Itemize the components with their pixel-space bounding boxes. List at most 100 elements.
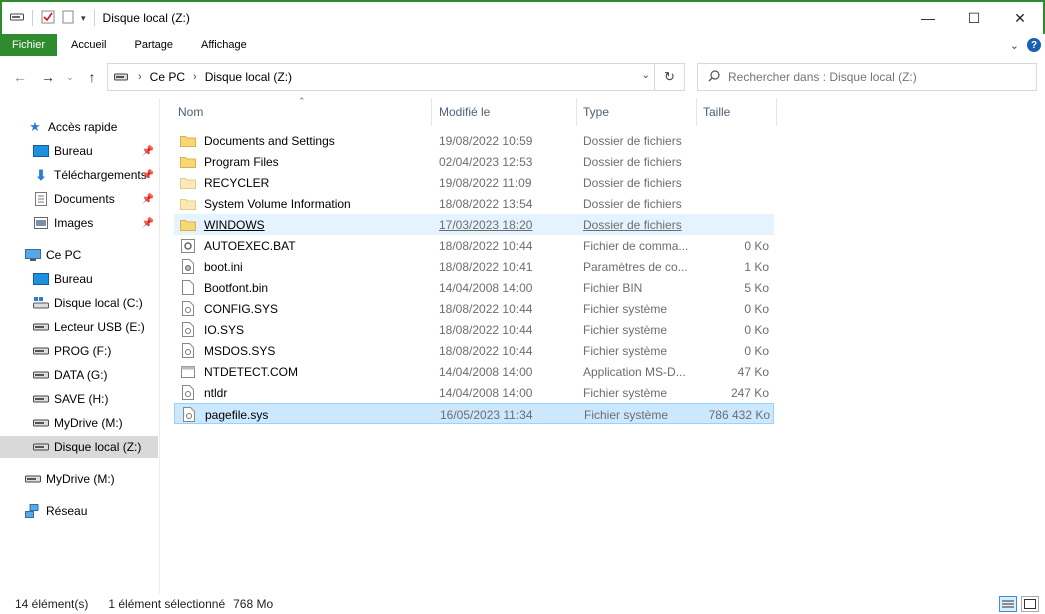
sidebar-item-quick-access[interactable]: ★ Accès rapide	[0, 116, 158, 138]
sidebar-item-images[interactable]: Images 📌	[0, 212, 158, 234]
file-name-cell[interactable]: AUTOEXEC.BAT	[180, 235, 430, 256]
sidebar-item-label: Documents	[54, 192, 115, 206]
column-header-name[interactable]: Nom	[172, 98, 432, 126]
desktop-icon	[32, 273, 50, 285]
table-row[interactable]: Bootfont.bin 14/04/2008 14:00 Fichier BIN 5…	[174, 277, 774, 298]
breadcrumb-separator-icon[interactable]: ›	[193, 71, 197, 83]
table-row[interactable]: NTDETECT.COM 14/04/2008 14:00 Application …	[174, 361, 774, 382]
file-name-cell[interactable]: Bootfont.bin	[180, 277, 430, 298]
address-history-dropdown-icon[interactable]: ⌄	[642, 70, 650, 81]
column-header-type[interactable]: Type	[577, 98, 697, 126]
search-box[interactable]	[697, 63, 1037, 91]
file-name: WINDOWS	[204, 217, 265, 232]
breadcrumb-current-drive[interactable]: Disque local (Z:)	[205, 70, 292, 84]
close-button[interactable]: ✕	[997, 2, 1043, 34]
minimize-button[interactable]: —	[905, 2, 951, 34]
file-type-cell: Dossier de fichiers	[583, 217, 682, 232]
sidebar-item-drive-c[interactable]: Disque local (C:)	[0, 292, 158, 314]
sidebar-item-mydrive[interactable]: MyDrive (M:)	[0, 468, 158, 490]
recent-locations-icon[interactable]: ⌄	[60, 72, 80, 83]
breadcrumb-this-pc[interactable]: Ce PC	[150, 70, 185, 84]
tab-home[interactable]: Accueil	[57, 34, 121, 56]
file-name-cell[interactable]: System Volume Information	[180, 193, 430, 214]
properties-icon[interactable]	[41, 10, 55, 27]
table-row[interactable]: Documents and Settings 19/08/2022 10:59 Do…	[174, 130, 774, 151]
sidebar-item-drive-e[interactable]: Lecteur USB (E:)	[0, 316, 158, 338]
breadcrumb-separator-icon[interactable]: ›	[138, 71, 142, 83]
file-name-cell[interactable]: WINDOWS	[180, 214, 430, 235]
sidebar-item-pc-desktop[interactable]: Bureau	[0, 268, 158, 290]
quick-access-dropdown-icon[interactable]: ▾	[81, 13, 86, 24]
sidebar-item-drive-m[interactable]: MyDrive (M:)	[0, 412, 158, 434]
file-modified-cell: 17/03/2023 18:20	[439, 217, 533, 232]
tab-file[interactable]: Fichier	[0, 34, 58, 56]
table-row[interactable]: AUTOEXEC.BAT 18/08/2022 10:44 Fichier de c…	[174, 235, 774, 256]
sidebar-item-documents[interactable]: Documents 📌	[0, 188, 158, 210]
table-row[interactable]: ntldr 14/04/2008 14:00 Fichier système 247 …	[174, 382, 774, 403]
file-size-cell	[694, 193, 769, 214]
file-name-cell[interactable]: Program Files	[180, 151, 430, 172]
forward-arrow-icon[interactable]: →	[38, 69, 58, 85]
sidebar-item-drive-g[interactable]: DATA (G:)	[0, 364, 158, 386]
table-row[interactable]: IO.SYS 18/08/2022 10:44 Fichier système 0 K…	[174, 319, 774, 340]
sidebar-item-quick-desktop[interactable]: Bureau 📌	[0, 140, 158, 162]
file-modified-cell: 19/08/2022 11:09	[439, 175, 532, 190]
table-row[interactable]: System Volume Information 18/08/2022 13:5…	[174, 193, 774, 214]
pin-icon[interactable]: 📌	[142, 218, 154, 229]
status-bar: 14 élément(s) 1 élément sélectionné 768 …	[0, 594, 1045, 614]
details-view-icon[interactable]	[999, 596, 1017, 612]
file-name-cell[interactable]: Documents and Settings	[180, 130, 430, 151]
pin-icon[interactable]: 📌	[142, 194, 154, 205]
search-icon	[708, 69, 720, 85]
up-arrow-icon[interactable]: ↑	[82, 69, 102, 85]
sidebar-item-downloads[interactable]: ⬇ Téléchargements 📌	[0, 164, 158, 186]
sidebar-item-drive-f[interactable]: PROG (F:)	[0, 340, 158, 362]
sidebar-item-drive-h[interactable]: SAVE (H:)	[0, 388, 158, 410]
table-row[interactable]: boot.ini 18/08/2022 10:41 Paramètres de co…	[174, 256, 774, 277]
system-file-icon	[180, 322, 196, 337]
file-name-cell[interactable]: MSDOS.SYS	[180, 340, 430, 361]
column-header-size[interactable]: Taille	[697, 98, 777, 126]
file-name-cell[interactable]: IO.SYS	[180, 319, 430, 340]
back-arrow-icon[interactable]: ←	[10, 69, 30, 85]
help-icon[interactable]: ?	[1027, 38, 1041, 52]
file-name-cell[interactable]: NTDETECT.COM	[180, 361, 430, 382]
tab-share[interactable]: Partage	[120, 34, 188, 56]
column-header-modified[interactable]: Modifié le	[433, 98, 577, 126]
table-row[interactable]: CONFIG.SYS 18/08/2022 10:44 Fichier systèm…	[174, 298, 774, 319]
file-modified-cell: 14/04/2008 14:00	[439, 280, 533, 295]
file-type-cell: Fichier système	[583, 385, 668, 400]
search-input[interactable]	[728, 70, 1008, 84]
file-type-cell: Fichier système	[583, 322, 668, 337]
tab-view[interactable]: Affichage	[187, 34, 261, 56]
table-row[interactable]: Program Files 02/04/2023 12:53 Dossier de …	[174, 151, 774, 172]
table-row[interactable]: RECYCLER 19/08/2022 11:09 Dossier de fichi…	[174, 172, 774, 193]
chevron-down-icon[interactable]: ⌄	[1010, 39, 1019, 52]
table-row[interactable]: pagefile.sys 16/05/2023 11:34 Fichier syst…	[174, 403, 774, 424]
sidebar-item-drive-z[interactable]: Disque local (Z:)	[0, 436, 158, 458]
sidebar-item-this-pc[interactable]: Ce PC	[0, 244, 158, 266]
pin-icon[interactable]: 📌	[142, 146, 154, 157]
table-row[interactable]: WINDOWS 17/03/2023 18:20 Dossier de fichie…	[174, 214, 774, 235]
file-name-cell[interactable]: pagefile.sys	[181, 404, 431, 425]
large-icons-view-icon[interactable]	[1021, 596, 1039, 612]
file-name-cell[interactable]: ntldr	[180, 382, 430, 403]
file-name-cell[interactable]: boot.ini	[180, 256, 430, 277]
usb-drive-icon	[32, 323, 50, 331]
sidebar-item-label: DATA (G:)	[54, 368, 108, 382]
file-size-cell: 5 Ko	[744, 280, 769, 295]
folder-icon	[180, 218, 196, 231]
refresh-icon[interactable]: ↻	[654, 64, 684, 90]
sidebar-item-label: MyDrive (M:)	[46, 472, 115, 486]
sidebar-item-network[interactable]: Réseau	[0, 500, 158, 522]
file-name-cell[interactable]: RECYCLER	[180, 172, 430, 193]
maximize-button[interactable]: ☐	[951, 2, 997, 34]
address-bar[interactable]: › Ce PC › Disque local (Z:) ⌄ ↻	[107, 63, 685, 91]
file-list: ⌃ Nom Modifié le Type Taille Documents a…	[160, 96, 1045, 594]
pin-icon[interactable]: 📌	[142, 170, 154, 181]
sidebar-item-label: Disque local (C:)	[54, 296, 143, 310]
table-row[interactable]: MSDOS.SYS 18/08/2022 10:44 Fichier système…	[174, 340, 774, 361]
new-folder-icon[interactable]	[61, 10, 75, 27]
file-modified-cell: 18/08/2022 10:44	[439, 322, 533, 337]
file-name-cell[interactable]: CONFIG.SYS	[180, 298, 430, 319]
